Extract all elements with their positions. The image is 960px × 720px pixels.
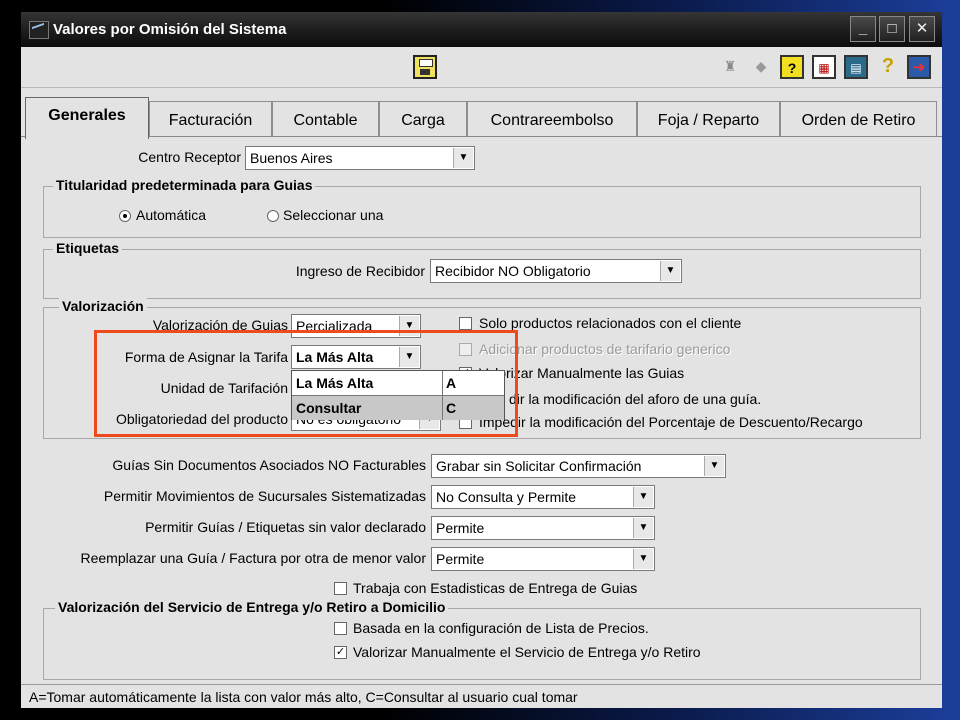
valorizar-servicio-label: Valorizar Manualmente el Servicio de Ent… [353,644,701,660]
chevron-down-icon[interactable]: ▼ [633,549,653,569]
permitir-movimientos-select[interactable]: No Consulta y Permite ▼ [431,485,655,509]
radio-seleccionar-una-label: Seleccionar una [283,207,384,223]
titularidad-group-title: Titularidad predeterminada para Guias [53,177,316,193]
minimize-button[interactable]: _ [850,16,876,42]
tab-generales[interactable]: Generales [25,97,149,139]
calculator-icon[interactable]: ▤ [844,55,868,79]
guias-sin-doc-value: Grabar sin Solicitar Confirmación [436,458,642,474]
tab-carga[interactable]: Carga [379,101,467,137]
tab-contable[interactable]: Contable [272,101,379,137]
estadisticas-label: Trabaja con Estadisticas de Entrega de G… [353,580,638,596]
chevron-down-icon[interactable]: ▼ [704,456,724,476]
close-button[interactable]: ✕ [909,16,935,42]
tag-icon[interactable]: ◆ [749,55,773,79]
radio-automatica-label: Automática [136,207,207,223]
toolbar: ♜ ◆ ? ▦ ▤ ? ➔ [21,47,942,88]
status-bar: A=Tomar automáticamente la lista con val… [21,684,942,708]
radio-seleccionar-una[interactable] [267,210,279,222]
ingreso-recibidor-select[interactable]: Recibidor NO Obligatorio ▼ [430,259,682,283]
basada-lista-label: Basada en la configuración de Lista de P… [353,620,649,636]
permitir-guias-label: Permitir Guías / Etiquetas sin valor dec… [145,519,426,535]
tab-bar: Generales Facturación Contable Carga Con… [21,97,942,139]
chevron-down-icon[interactable]: ▼ [633,518,653,538]
radio-automatica[interactable] [119,210,131,222]
etiquetas-group-title: Etiquetas [53,240,123,256]
tab-facturacion[interactable]: Facturación [149,101,272,137]
permitir-guias-value: Permite [436,520,485,536]
exit-icon[interactable]: ➔ [907,55,931,79]
tab-orden-retiro[interactable]: Orden de Retiro [780,101,937,137]
basada-lista-checkbox[interactable] [334,622,347,635]
permitir-guias-select[interactable]: Permite ▼ [431,516,655,540]
guias-sin-doc-label: Guías Sin Documentos Asociados NO Factur… [112,457,426,473]
chevron-down-icon[interactable]: ▼ [633,487,653,507]
highlight-box [94,330,518,437]
question-icon[interactable]: ? [876,55,900,79]
maximize-button[interactable]: □ [879,16,905,42]
guias-sin-doc-select[interactable]: Grabar sin Solicitar Confirmación ▼ [431,454,726,478]
valorizacion-group-title: Valorización [59,298,147,314]
estadisticas-checkbox[interactable] [334,582,347,595]
save-icon[interactable] [413,55,437,79]
valorizar-servicio-checkbox[interactable]: ✓ [334,646,347,659]
tab-foja-reparto[interactable]: Foja / Reparto [637,101,780,137]
title-bar: Valores por Omisión del Sistema _ □ ✕ [21,12,942,47]
servicio-group-title: Valorización del Servicio de Entrega y/o… [55,599,449,615]
app-icon [29,21,49,39]
window-title: Valores por Omisión del Sistema [53,21,287,38]
binoculars-icon[interactable]: ♜ [718,55,742,79]
centro-receptor-select[interactable]: Buenos Aires ▼ [245,146,475,170]
chevron-down-icon[interactable]: ▼ [660,261,680,281]
centro-receptor-value: Buenos Aires [250,150,333,166]
solo-productos-label: Solo productos relacionados con el clien… [479,315,742,331]
impedir-aforo-label: dir la modificación del aforo de una guí… [509,391,762,407]
grid-icon[interactable]: ▦ [812,55,836,79]
permitir-movimientos-label: Permitir Movimientos de Sucursales Siste… [103,488,426,504]
centro-receptor-label: Centro Receptor [138,149,241,165]
reemplazar-guia-select[interactable]: Permite ▼ [431,547,655,571]
ingreso-recibidor-label: Ingreso de Recibidor [295,263,425,279]
permitir-movimientos-value: No Consulta y Permite [436,489,577,505]
help-question-icon[interactable]: ? [780,55,804,79]
tab-contrareembolso[interactable]: Contrareembolso [467,101,637,137]
settings-window: Valores por Omisión del Sistema _ □ ✕ ♜ … [21,12,942,708]
ingreso-recibidor-value: Recibidor NO Obligatorio [435,263,591,279]
chevron-down-icon[interactable]: ▼ [453,148,473,168]
solo-productos-checkbox[interactable] [459,317,472,330]
impedir-descuento-label: Impedir la modificación del Porcentaje d… [479,414,863,430]
reemplazar-guia-value: Permite [436,551,485,567]
reemplazar-guia-label: Reemplazar una Guía / Factura por otra d… [80,550,426,566]
